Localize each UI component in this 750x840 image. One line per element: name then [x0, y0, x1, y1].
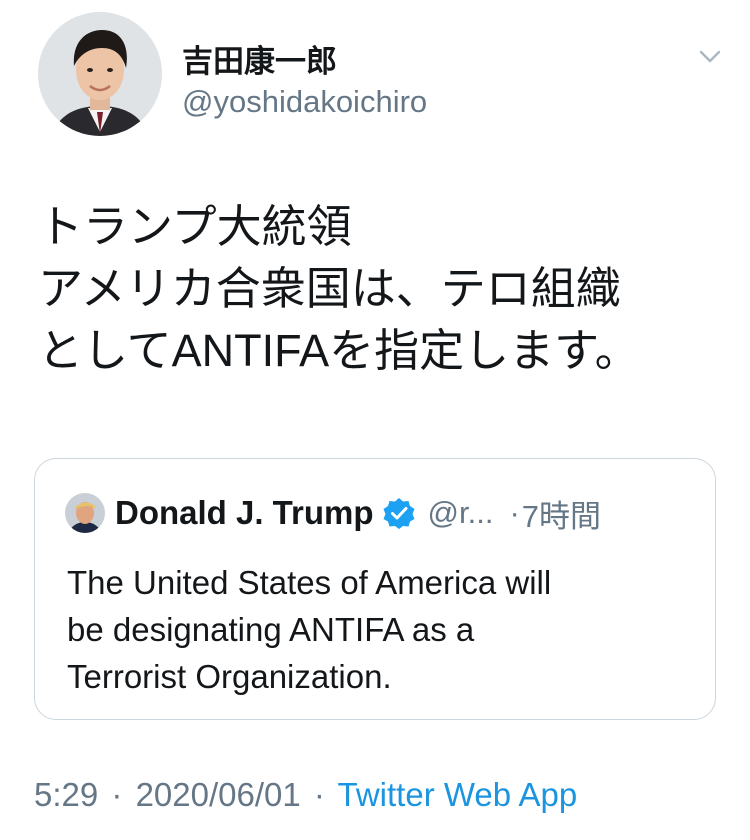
author-avatar[interactable]: [38, 12, 162, 136]
tweet-date[interactable]: 2020/06/01: [136, 776, 301, 813]
quoted-tweet-header: Donald J. Trump @r... · 7時間: [65, 491, 601, 535]
quoted-tweet-card[interactable]: Donald J. Trump @r... · 7時間 The United S…: [34, 458, 716, 720]
quoted-text-line: be designating ANTIFA as a: [67, 611, 475, 648]
quoted-author-handle[interactable]: @r...: [428, 495, 494, 531]
tweet-metadata: 5:29 · 2020/06/01 · Twitter Web App: [34, 776, 577, 814]
tweet-time[interactable]: 5:29: [34, 776, 98, 813]
chevron-down-icon[interactable]: [696, 42, 724, 70]
quoted-tweet-text: The United States of America will be des…: [67, 559, 697, 700]
quoted-text-line: The United States of America will: [67, 564, 552, 601]
tweet-text-line: トランプ大統領: [38, 201, 352, 252]
tweet-source-link[interactable]: Twitter Web App: [338, 776, 578, 813]
author-handle[interactable]: @yoshidakoichiro: [182, 84, 427, 120]
verified-badge-icon: [382, 496, 416, 530]
meta-separator: ·: [313, 776, 325, 813]
quoted-separator: ·: [509, 495, 520, 530]
tweet-text: トランプ大統領 アメリカ合衆国は、テロ組織 としてANTIFAを指定します。: [38, 196, 728, 382]
author-display-name[interactable]: 吉田康一郎: [182, 36, 337, 81]
meta-separator: ·: [111, 776, 123, 813]
quoted-text-line: Terrorist Organization.: [67, 658, 392, 695]
tweet-text-line: としてANTIFAを指定します。: [38, 325, 640, 376]
quoted-timestamp[interactable]: 7時間: [522, 491, 601, 536]
quoted-author-avatar: [65, 493, 105, 533]
quoted-author-name[interactable]: Donald J. Trump: [115, 494, 374, 532]
tweet-text-line: アメリカ合衆国は、テロ組織: [38, 263, 621, 314]
